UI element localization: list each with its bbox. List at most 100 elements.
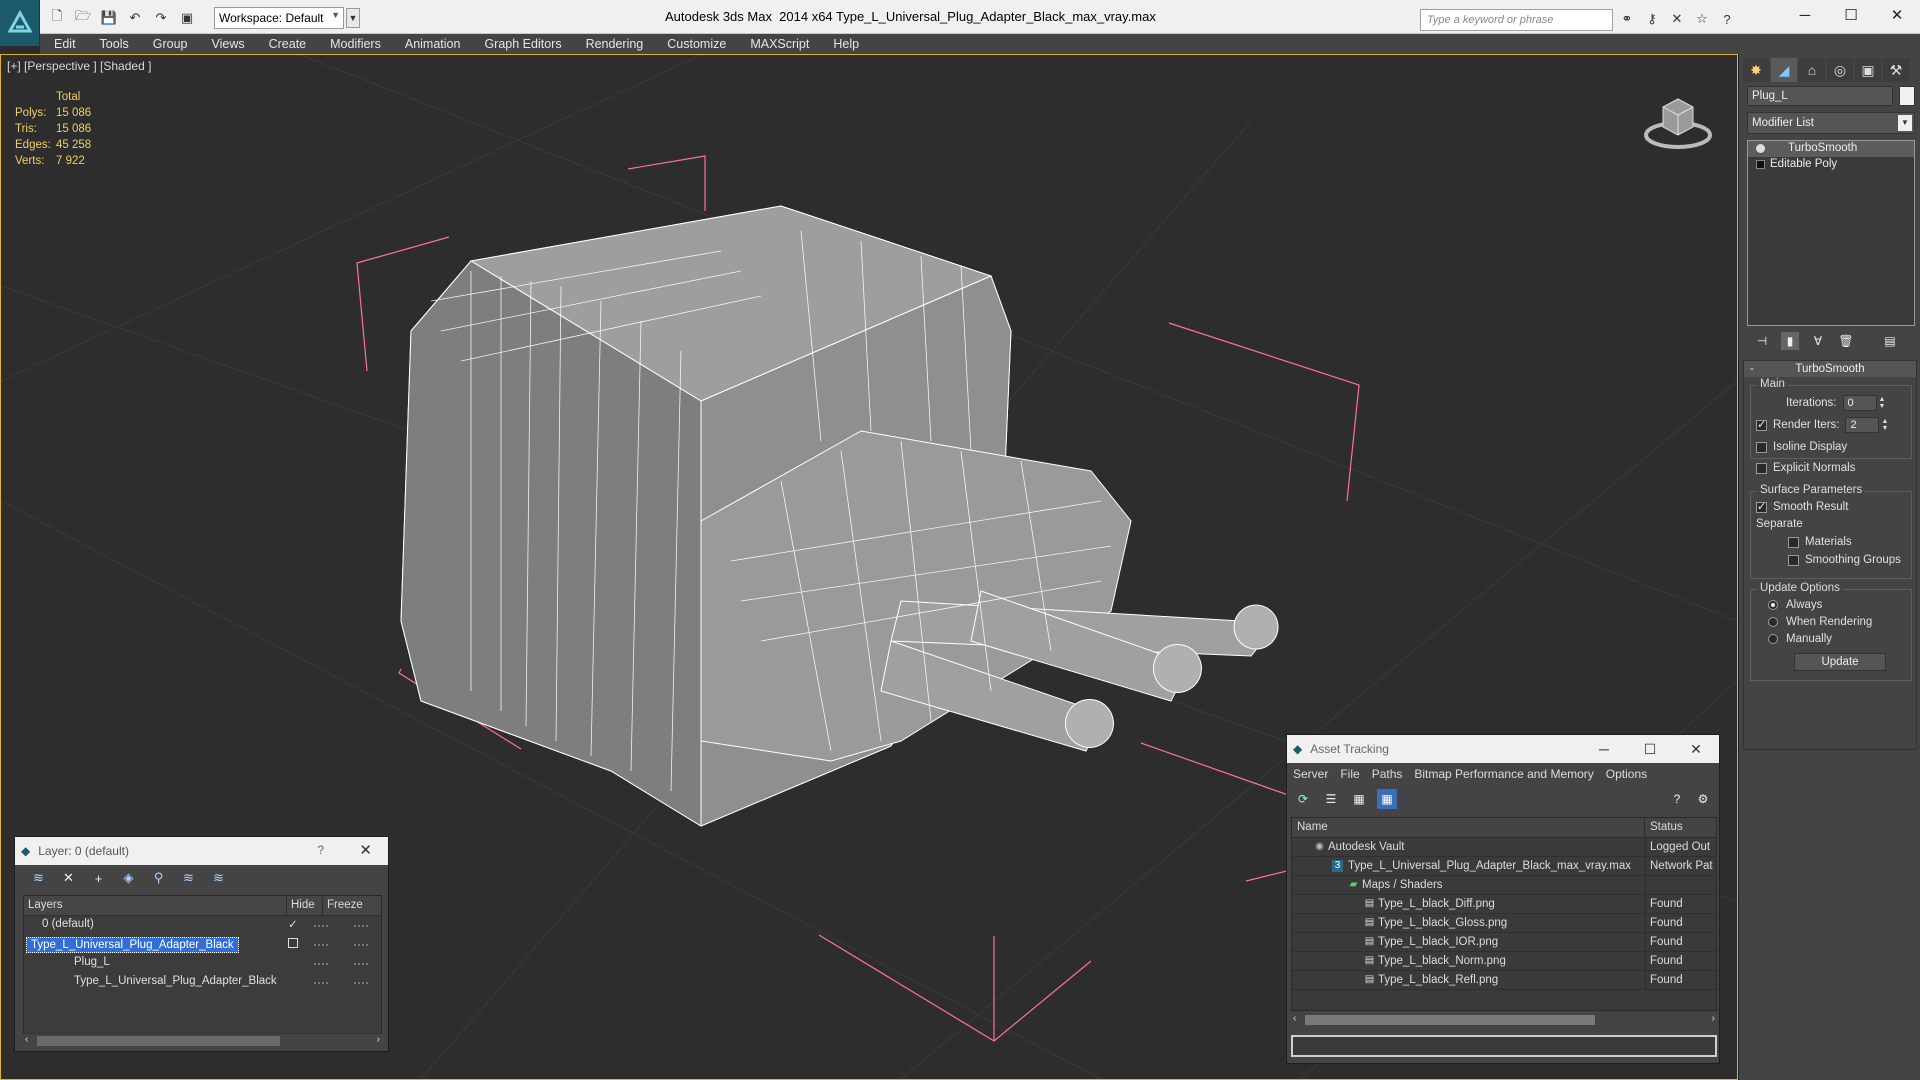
hide-toggle[interactable] (314, 925, 328, 927)
layer-row[interactable]: Type_L_Universal_Plug_Adapter_Black (24, 973, 381, 992)
hierarchy-tab-icon[interactable]: ⌂ (1799, 58, 1825, 82)
col-layers[interactable]: Layers (24, 896, 287, 915)
new-file-icon[interactable]: 🗋 (46, 8, 68, 28)
freeze-toggle[interactable] (354, 963, 368, 965)
exchange-icon[interactable]: ✕ (1668, 10, 1686, 28)
scroll-right-icon[interactable]: › (377, 1034, 380, 1045)
table-row[interactable]: ▤ Type_L_black_Refl.png Found (1292, 971, 1716, 990)
menu-rendering[interactable]: Rendering (586, 37, 644, 51)
table-row[interactable]: ▤ Type_L_black_Gloss.png Found (1292, 914, 1716, 933)
workspace-dropdown[interactable]: Workspace: Default ▼ (214, 7, 344, 29)
hide-all-icon[interactable]: ≋ (179, 869, 198, 888)
open-file-icon[interactable]: 🗁 (72, 8, 94, 28)
col-freeze[interactable]: Freeze (323, 896, 363, 915)
menu-animation[interactable]: Animation (405, 37, 461, 51)
utilities-tab-icon[interactable]: ⚒ (1883, 58, 1909, 82)
freeze-toggle[interactable] (354, 944, 368, 946)
project-folder-icon[interactable]: ▣ (176, 8, 198, 28)
object-name-field[interactable]: Plug_L (1747, 86, 1893, 106)
smooth-result-checkbox[interactable] (1756, 500, 1767, 513)
layer-scrollbar[interactable]: ‹ › (23, 1033, 382, 1047)
undo-icon[interactable]: ↶ (124, 8, 146, 28)
asset-menu-paths[interactable]: Paths (1372, 767, 1403, 781)
search-input[interactable]: Type a keyword or phrase (1420, 9, 1613, 31)
table-row[interactable]: ▰ Maps / Shaders (1292, 876, 1716, 895)
asset-menu-server[interactable]: Server (1293, 767, 1328, 781)
always-radio[interactable] (1768, 600, 1778, 610)
app-logo-icon[interactable] (0, 0, 40, 46)
hide-toggle[interactable] (314, 982, 328, 984)
freeze-toggle[interactable] (354, 925, 368, 927)
help-pin-icon[interactable]: ? (1667, 789, 1687, 809)
materials-checkbox[interactable] (1788, 536, 1799, 548)
close-icon[interactable]: ✕ (1874, 0, 1920, 30)
layer-close-icon[interactable]: ✕ (359, 841, 372, 859)
table-row[interactable]: ◉ Autodesk Vault Logged Out (1292, 838, 1716, 857)
star-icon[interactable]: ☆ (1693, 10, 1711, 28)
hide-toggle[interactable] (314, 963, 328, 965)
menu-edit[interactable]: Edit (54, 37, 76, 51)
iterations-spinner[interactable]: 0 (1842, 395, 1877, 411)
asset-scroll-thumb[interactable] (1305, 1015, 1595, 1025)
redo-icon[interactable]: ↷ (150, 8, 172, 28)
new-layer-icon[interactable]: ≋ (29, 869, 48, 888)
layer-row[interactable]: Plug_L (24, 954, 381, 973)
workspace-menu-arrow-icon[interactable]: ▼ (346, 8, 360, 28)
table-row[interactable]: 3 Type_L_Universal_Plug_Adapter_Black_ma… (1292, 857, 1716, 876)
col-name[interactable]: Name (1292, 818, 1645, 837)
explicit-normals-checkbox[interactable] (1756, 462, 1767, 474)
layer-row[interactable]: 0 (default) ✓ (24, 916, 381, 935)
binoculars-icon[interactable]: ⚭ (1618, 10, 1636, 28)
menu-views[interactable]: Views (211, 37, 244, 51)
minimize-icon[interactable]: ─ (1782, 0, 1828, 30)
table-row[interactable]: ▤ Type_L_black_Norm.png Found (1292, 952, 1716, 971)
menu-modifiers[interactable]: Modifiers (330, 37, 381, 51)
scroll-right-icon[interactable]: › (1712, 1013, 1715, 1024)
close-icon[interactable]: ✕ (1673, 735, 1719, 763)
add-to-layer-icon[interactable]: + (89, 869, 108, 888)
viewport-label[interactable]: [+] [Perspective ] [Shaded ] (7, 59, 151, 73)
pin-stack-icon[interactable]: ⊣ (1753, 332, 1771, 350)
save-file-icon[interactable]: 💾 (98, 8, 120, 28)
stack-item-turbosmooth[interactable]: TurboSmooth (1748, 141, 1914, 157)
highlight-layer-icon[interactable]: ⚲ (149, 869, 168, 888)
thumbnail-view-icon[interactable]: ▦ (1349, 789, 1369, 809)
menu-create[interactable]: Create (269, 37, 307, 51)
scroll-left-icon[interactable]: ‹ (1293, 1013, 1296, 1024)
render-iters-spinner[interactable]: 2 (1845, 417, 1880, 433)
layer-help-icon[interactable]: ? (317, 843, 324, 857)
menu-help[interactable]: Help (833, 37, 859, 51)
layer-window-header[interactable]: ◆ Layer: 0 (default) ? ✕ (15, 837, 388, 865)
asset-path-field[interactable] (1291, 1035, 1717, 1057)
motion-tab-icon[interactable]: ◎ (1827, 58, 1853, 82)
render-iters-checkbox[interactable] (1756, 418, 1767, 431)
hide-toggle[interactable] (314, 944, 328, 946)
minimize-icon[interactable]: ─ (1581, 735, 1627, 763)
display-tab-icon[interactable]: ▣ (1855, 58, 1881, 82)
layer-scroll-thumb[interactable] (37, 1036, 280, 1046)
layer-row[interactable]: Type_L_Universal_Plug_Adapter_Black (24, 935, 381, 954)
asset-menu-file[interactable]: File (1340, 767, 1359, 781)
make-unique-icon[interactable]: ∀ (1809, 332, 1827, 350)
select-objects-icon[interactable]: ◈ (119, 869, 138, 888)
menu-group[interactable]: Group (153, 37, 188, 51)
vault-settings-icon[interactable]: ⚙ (1693, 789, 1713, 809)
asset-scrollbar[interactable]: ‹ › (1291, 1013, 1717, 1027)
table-row[interactable]: ▤ Type_L_black_Diff.png Found (1292, 895, 1716, 914)
stack-item-editable-poly[interactable]: Editable Poly (1748, 157, 1914, 173)
col-hide[interactable]: Hide (287, 896, 323, 915)
menu-maxscript[interactable]: MAXScript (750, 37, 809, 51)
spinner-arrows-icon[interactable]: ▲ ▼ (1879, 396, 1887, 410)
rollout-header[interactable]: - TurboSmooth (1744, 361, 1916, 377)
maximize-icon[interactable]: ☐ (1627, 735, 1673, 763)
refresh-icon[interactable]: ⟳ (1293, 789, 1313, 809)
freeze-toggle[interactable] (354, 982, 368, 984)
freeze-all-icon[interactable]: ≋ (209, 869, 228, 888)
when-rendering-radio[interactable] (1768, 617, 1778, 627)
isoline-checkbox[interactable] (1756, 441, 1767, 453)
help-icon[interactable]: ? (1718, 10, 1736, 28)
manually-radio[interactable] (1768, 634, 1778, 644)
menu-customize[interactable]: Customize (667, 37, 726, 51)
delete-layer-icon[interactable]: ✕ (59, 869, 78, 888)
configure-sets-icon[interactable]: ▤ (1881, 332, 1899, 350)
